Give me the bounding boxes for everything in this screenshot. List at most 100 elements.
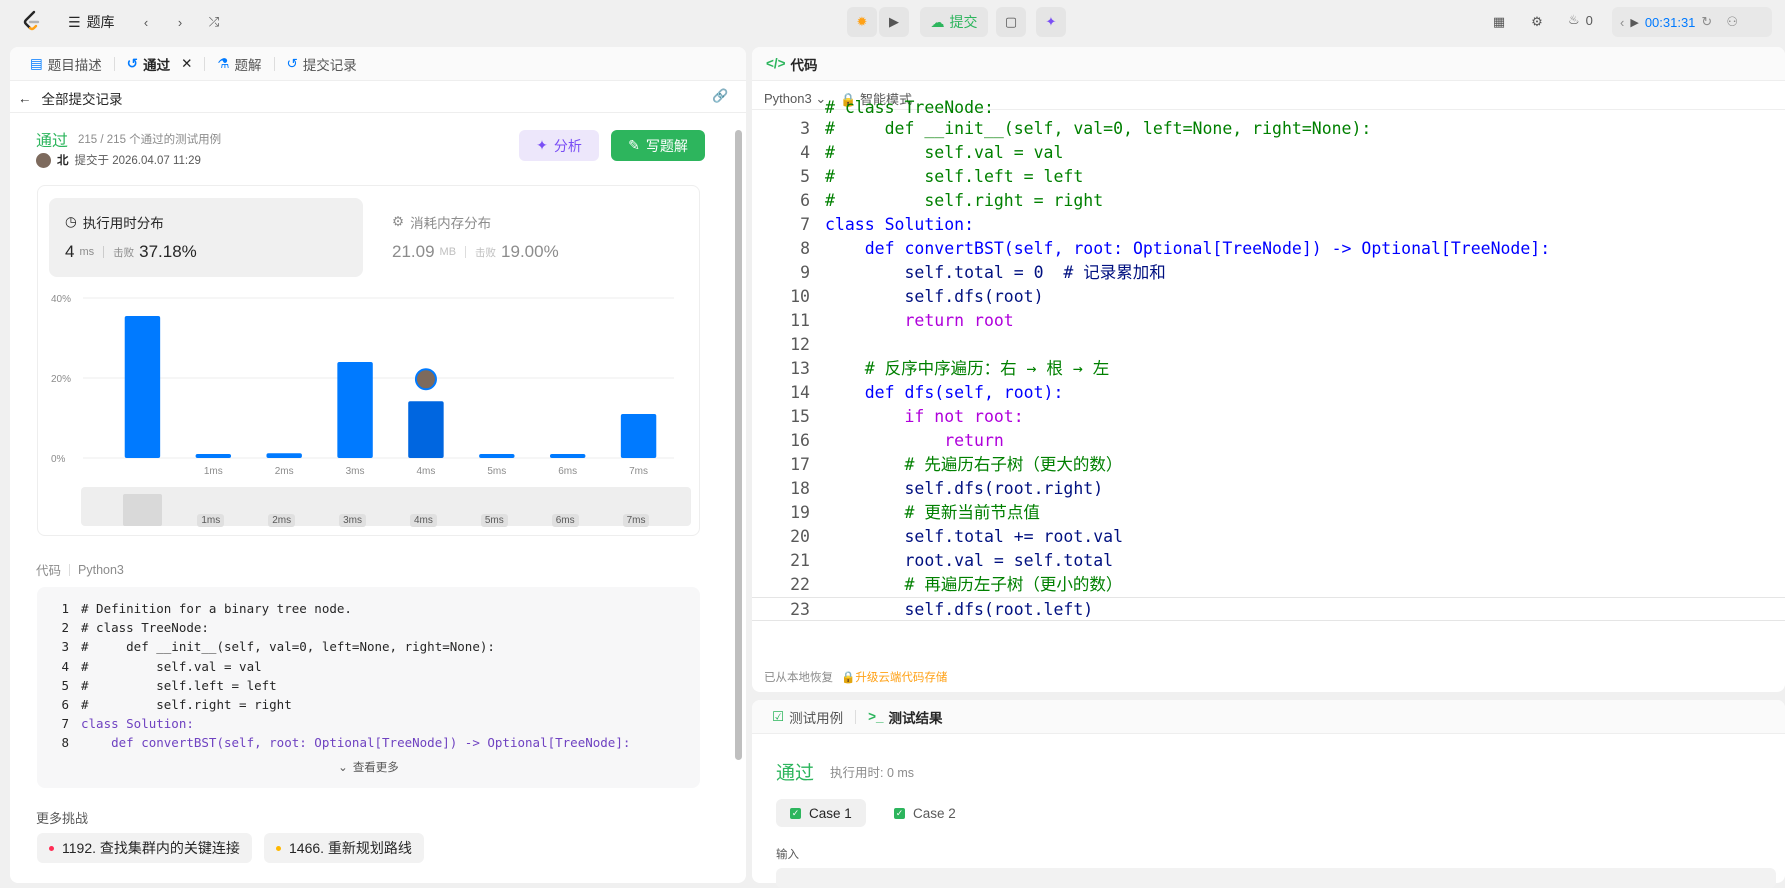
chevron-left-icon: ‹ (143, 14, 149, 30)
bar-0ms[interactable] (124, 316, 161, 458)
code-line: 7 class Solution: (61, 716, 194, 732)
editor-line: 17 # 先遍历右子树（更大的数） (790, 455, 1123, 474)
editor-line: 6 # self.right = right (800, 191, 1104, 210)
layout-button[interactable]: ▦ (1485, 9, 1513, 35)
clock-icon: ◷ (65, 214, 77, 229)
avatar[interactable] (36, 152, 51, 168)
code-icon: </> (766, 56, 786, 71)
x-tick-label: 2ms (275, 466, 294, 477)
tab-solutions[interactable]: ⚗ 题解 (209, 47, 269, 81)
next-problem-button[interactable]: › (166, 9, 194, 35)
x-tick-label: 6ms (558, 466, 577, 477)
list-icon: ☰ (68, 13, 81, 30)
input-box[interactable] (776, 868, 1776, 888)
tab-accepted[interactable]: ↺ 通过 ✕ (119, 47, 201, 81)
show-more-button[interactable]: ⌄ 查看更多 (37, 759, 700, 778)
top-bar: ☰ 题库 ‹ › ⤮ ✹ ▶ ☁ 提交 ▢ ✦ ▦ ⚙ ♨ 0 ‹ ▶ 00:3… (0, 0, 1785, 44)
history-icon: ↺ (286, 55, 298, 71)
bar-7ms[interactable] (620, 414, 657, 458)
leetcode-logo[interactable] (20, 9, 44, 33)
range-label: 7ms (622, 514, 650, 527)
tab-test-result[interactable]: >_ 测试结果 (860, 700, 950, 734)
range-slider[interactable] (81, 487, 691, 526)
code-line: 2 # class TreeNode: (61, 620, 209, 636)
x-tick-label: 4ms (416, 466, 435, 477)
bar-1ms[interactable] (195, 454, 232, 458)
random-problem-button[interactable]: ⤮ (200, 9, 228, 35)
code-editor[interactable]: # class TreeNode: 3 # def __init__(self, … (752, 98, 1785, 670)
code-line: 6 # self.right = right (61, 697, 292, 713)
document-icon: ▤ (30, 55, 43, 71)
submit-button[interactable]: ☁ 提交 (920, 7, 988, 37)
challenge-1466[interactable]: 1466. 重新规划路线 (264, 833, 424, 863)
settings-button[interactable]: ⚙ (1523, 9, 1551, 35)
y-tick-label: 40% (51, 294, 71, 305)
case-2-tab[interactable]: ✓ Case 2 (880, 799, 970, 827)
write-solution-button[interactable]: ✎ 写题解 (611, 130, 705, 161)
terminal-icon: >_ (868, 709, 884, 724)
left-scrollbar[interactable] (735, 130, 742, 760)
bar-4ms[interactable] (408, 401, 444, 458)
link-icon: 🔗 (712, 88, 729, 103)
chip-icon: ⚙ (392, 214, 405, 229)
bar-2ms[interactable] (266, 453, 302, 458)
back-to-submissions[interactable]: ← 全部提交记录 (18, 88, 123, 108)
code-preview: 1 # Definition for a binary tree node. 2 # … (37, 587, 700, 788)
timer[interactable]: ‹ ▶ 00:31:31 ↻ ⚇ (1612, 7, 1772, 37)
more-challenges-title: 更多挑战 (36, 811, 89, 826)
runtime-stat[interactable]: ◷ 执行用时分布 4 ms 击败 37.18% (49, 198, 363, 277)
editor-line: 22 # 再遍历左子树（更小的数） (790, 575, 1123, 594)
prev-problem-button[interactable]: ‹ (132, 9, 160, 35)
bar-6ms[interactable] (549, 454, 586, 458)
range-bar-0ms (122, 494, 163, 526)
editor-line: 16 return (790, 431, 1004, 450)
analyze-button[interactable]: ✦ 分析 (519, 130, 599, 161)
editor-line: 13 # 反序中序遍历：右 → 根 → 左 (790, 359, 1110, 378)
case-1-tab[interactable]: ✓ Case 1 (776, 799, 866, 827)
problem-list-link[interactable]: ☰ 题库 (68, 12, 115, 32)
streak-counter[interactable]: ♨ 0 (1568, 12, 1593, 28)
run-result: 通过 执行用时: 0 ms (776, 763, 915, 784)
editor-line: 7 class Solution: (800, 215, 975, 234)
code-line: 5 # self.left = left (61, 677, 277, 693)
y-tick-label: 20% (51, 374, 71, 385)
submitter-info: 北 提交于 2026.04.07 11:29 (36, 152, 201, 168)
fire-icon: ♨ (1568, 12, 1580, 27)
code-line: 4 # self.val = val (61, 658, 262, 674)
tab-code[interactable]: </> 代码 (766, 47, 818, 81)
left-tabs: ▤ 题目描述 ↺ 通过 ✕ ⚗ 题解 ↺ 提交记录 (10, 47, 746, 81)
grid-icon: ▦ (1492, 14, 1506, 29)
input-label: 输入 (776, 849, 799, 861)
sparkle-icon: ✦ (1045, 14, 1057, 29)
bar-5ms[interactable] (479, 454, 515, 458)
range-label: 2ms (268, 514, 296, 527)
result-summary: 通过 215 / 215 个通过的测试用例 (36, 127, 221, 151)
y-tick-label: 0% (51, 454, 66, 465)
editor-line: 5 # self.left = left (800, 167, 1084, 186)
note-icon: ▢ (1004, 14, 1018, 29)
close-icon[interactable]: ✕ (181, 56, 192, 72)
tab-description[interactable]: ▤ 题目描述 (22, 47, 110, 81)
ai-assistant-button[interactable]: ✦ (1036, 7, 1066, 37)
tab-test-cases[interactable]: ☑ 测试用例 (764, 700, 851, 734)
sparkle-icon: ✦ (536, 137, 548, 153)
range-label: 5ms (480, 514, 508, 527)
bar-3ms[interactable] (337, 362, 373, 458)
code-line: 1 # Definition for a binary tree node. (61, 601, 352, 616)
debug-button[interactable]: ✹ (847, 7, 877, 37)
share-link-button[interactable]: 🔗 (712, 88, 728, 104)
upgrade-storage-link[interactable]: 🔒升级云端代码存储 (841, 669, 947, 685)
x-tick-label: 7ms (629, 466, 648, 477)
memory-stat[interactable]: ⚙ 消耗内存分布 21.09 MB 击败 19.00% (376, 198, 690, 277)
history-icon: ↺ (126, 55, 139, 71)
editor-line: 19 # 更新当前节点值 (790, 503, 1040, 522)
dot-icon (49, 845, 54, 851)
play-icon: ▶ (1630, 16, 1639, 29)
x-tick-label: 1ms (204, 466, 223, 477)
note-button[interactable]: ▢ (996, 7, 1026, 37)
run-button[interactable]: ▶ (879, 7, 909, 37)
chevron-left-icon: ‹ (1620, 14, 1625, 30)
challenge-1192[interactable]: 1192. 查找集群内的关键连接 (37, 833, 252, 863)
tab-submissions[interactable]: ↺ 提交记录 (279, 47, 365, 81)
result-status: 通过 (36, 133, 69, 150)
